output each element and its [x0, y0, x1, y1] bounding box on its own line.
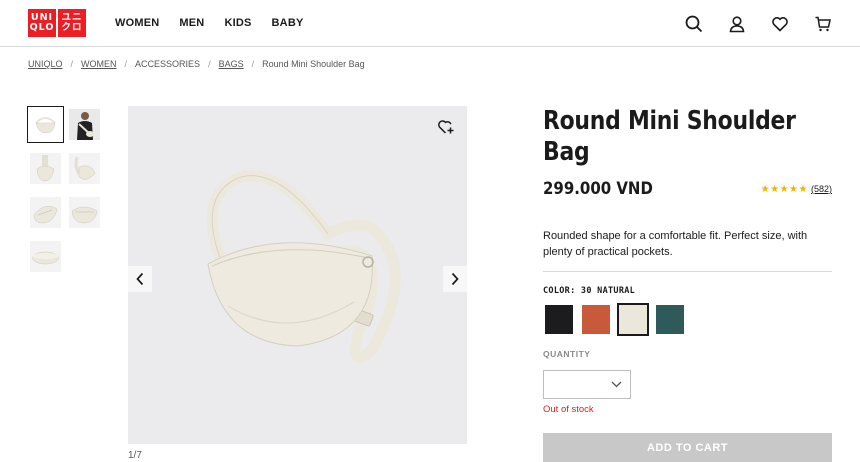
color-swatches	[543, 303, 686, 336]
chevron-down-icon	[611, 381, 622, 388]
chevron-left-icon	[136, 272, 144, 286]
product-bag-image	[206, 170, 401, 364]
breadcrumb-separator: /	[208, 59, 211, 69]
site-header: UNI QLO ユニ クロ WOMEN MEN KIDS BABY	[0, 0, 860, 47]
add-to-wishlist-icon[interactable]	[437, 118, 455, 136]
add-to-cart-button[interactable]: ADD TO CART	[543, 433, 832, 462]
color-swatch-green[interactable]	[654, 303, 686, 336]
thumbnail-3[interactable]	[30, 153, 61, 184]
breadcrumb-uniqlo[interactable]: UNIQLO	[28, 59, 63, 69]
breadcrumb-separator: /	[124, 59, 128, 69]
image-counter: 1/7	[128, 450, 142, 461]
account-icon[interactable]	[727, 14, 746, 33]
breadcrumb-separator: /	[251, 59, 255, 69]
thumbnail-2[interactable]	[69, 109, 100, 140]
main-nav: WOMEN MEN KIDS BABY	[115, 17, 304, 29]
product-title: Round Mini Shoulder Bag	[543, 106, 796, 167]
price-row: 299.000 VND ★★★★★ (582)	[543, 179, 832, 199]
thumbnail-4[interactable]	[69, 153, 100, 184]
quantity-select[interactable]	[543, 370, 631, 399]
header-icons	[684, 14, 832, 33]
thumbnail-1[interactable]	[27, 106, 64, 143]
quantity-label: QUANTITY	[543, 349, 591, 359]
wishlist-icon[interactable]	[770, 14, 789, 33]
nav-baby[interactable]: BABY	[272, 17, 304, 29]
next-image-button[interactable]	[443, 266, 467, 292]
divider	[543, 271, 832, 272]
thumbnail-7[interactable]	[30, 241, 61, 272]
nav-men[interactable]: MEN	[179, 17, 204, 29]
breadcrumb-separator: /	[70, 59, 74, 69]
uniqlo-logo[interactable]: UNI QLO ユニ クロ	[28, 9, 87, 37]
search-icon[interactable]	[684, 14, 703, 33]
review-count-link[interactable]: (582)	[811, 184, 832, 194]
thumbnail-5[interactable]	[30, 197, 61, 228]
color-swatch-black[interactable]	[543, 303, 575, 336]
previous-image-button[interactable]	[128, 266, 152, 292]
rating: ★★★★★ (582)	[761, 184, 832, 195]
nav-women[interactable]: WOMEN	[115, 17, 159, 29]
breadcrumb-bags[interactable]: BAGS	[219, 59, 244, 69]
thumbnail-6[interactable]	[69, 197, 100, 228]
nav-kids[interactable]: KIDS	[224, 17, 251, 29]
product-info: Round Mini Shoulder Bag 299.000 VND ★★★★…	[543, 106, 832, 462]
breadcrumb: UNIQLO / WOMEN / ACCESSORIES / BAGS / Ro…	[28, 59, 365, 69]
breadcrumb-current: Round Mini Shoulder Bag	[262, 59, 365, 69]
cart-icon[interactable]	[813, 14, 832, 33]
main-product-image	[128, 106, 467, 444]
product-description: Rounded shape for a comfortable fit. Per…	[543, 230, 808, 258]
breadcrumb-women[interactable]: WOMEN	[81, 59, 117, 69]
product-price: 299.000 VND	[543, 179, 653, 199]
chevron-right-icon	[451, 272, 459, 286]
color-swatch-natural[interactable]	[617, 303, 649, 336]
stock-status: Out of stock	[543, 404, 594, 415]
color-swatch-orange[interactable]	[580, 303, 612, 336]
rating-stars-icon: ★★★★★	[760, 183, 808, 195]
color-label: COLOR: 30 NATURAL	[543, 286, 636, 296]
breadcrumb-accessories: ACCESSORIES	[135, 59, 201, 69]
